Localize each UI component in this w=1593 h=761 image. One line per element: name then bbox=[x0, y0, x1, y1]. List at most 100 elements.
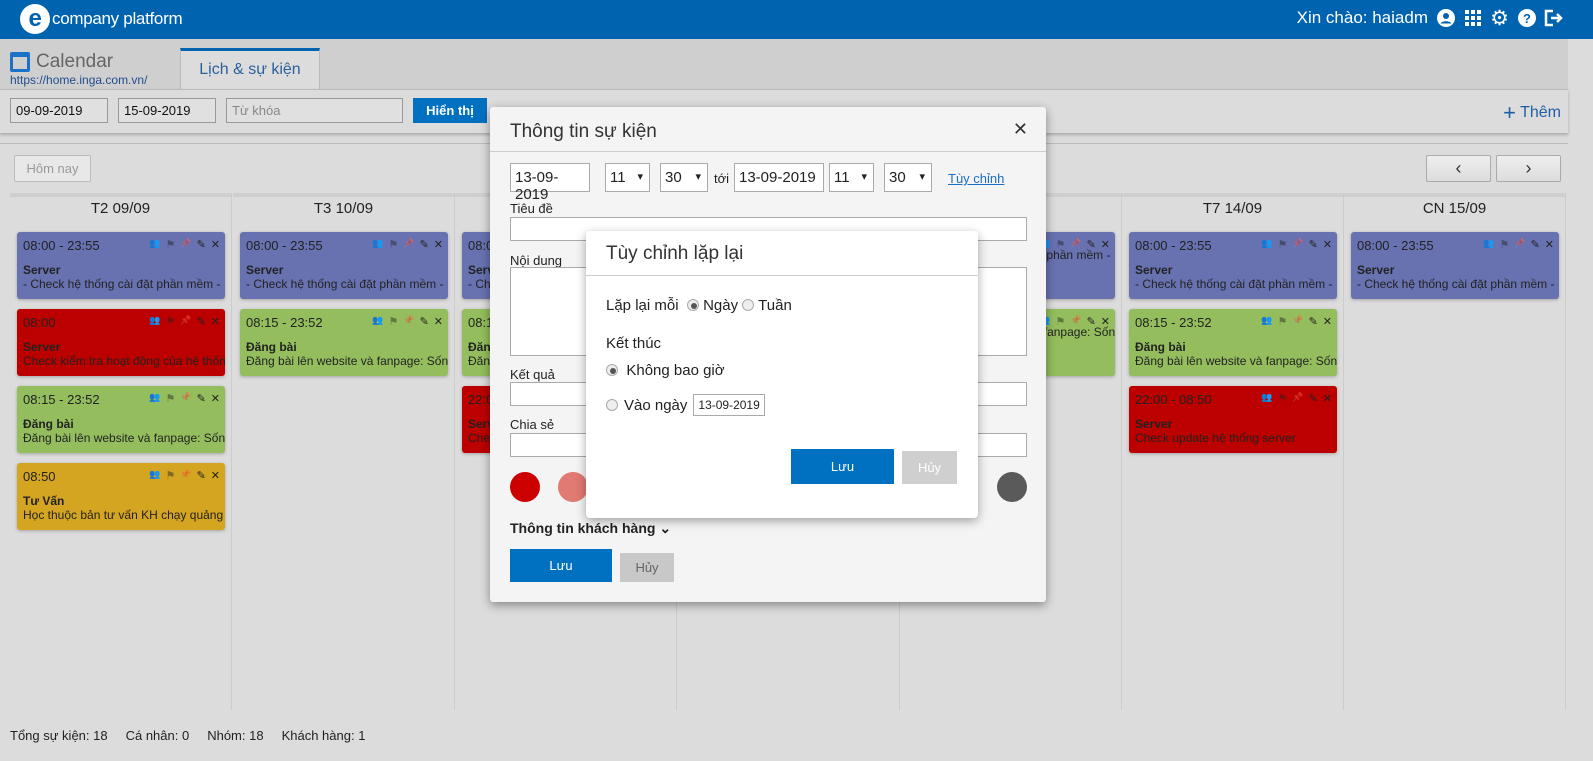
repeat-day-radio[interactable] bbox=[686, 299, 699, 311]
user-circle-icon[interactable] bbox=[1436, 9, 1455, 28]
repeat-save-button[interactable]: Lưu bbox=[791, 449, 894, 484]
delete-icon[interactable]: ✕ bbox=[211, 238, 220, 251]
group-icon[interactable]: 👥 bbox=[149, 238, 160, 251]
color-option-pink[interactable] bbox=[558, 472, 588, 502]
add-button[interactable]: + Thêm bbox=[1503, 100, 1561, 126]
prev-week-button[interactable]: ‹ bbox=[1426, 155, 1491, 182]
event-card[interactable]: 08:00 - 23:55 👥 ⚑ 📌 ✎ ✕ Server - Check hệ th… bbox=[17, 232, 225, 299]
flag-icon[interactable]: ⚑ bbox=[165, 238, 175, 251]
repeat-cancel-button[interactable]: Hủy bbox=[902, 451, 957, 484]
flag-icon[interactable]: ⚑ bbox=[165, 469, 175, 482]
pin-icon[interactable]: 📌 bbox=[180, 469, 191, 482]
pin-icon[interactable]: 📌 bbox=[180, 315, 191, 328]
color-option-red[interactable] bbox=[510, 472, 540, 502]
delete-icon[interactable]: ✕ bbox=[211, 469, 220, 482]
pin-icon[interactable]: 📌 bbox=[180, 392, 191, 405]
event-card[interactable]: 08:15 - 23:52 👥 ⚑ 📌 ✎ ✕ Đăng bài Đăng bài lê… bbox=[17, 386, 225, 453]
edit-icon[interactable]: ✎ bbox=[420, 315, 429, 328]
customer-info-toggle[interactable]: Thông tin khách hàng ⌄ bbox=[510, 520, 671, 537]
delete-icon[interactable]: ✕ bbox=[211, 392, 220, 405]
flag-icon[interactable]: ⚑ bbox=[1499, 238, 1509, 251]
pin-icon[interactable]: 📌 bbox=[1514, 238, 1525, 251]
cancel-button[interactable]: Hủy bbox=[620, 553, 674, 582]
help-icon[interactable]: ? bbox=[1517, 9, 1536, 28]
end-date-input[interactable]: 13-09-2019 bbox=[734, 163, 824, 192]
on-date-radio[interactable] bbox=[606, 399, 618, 411]
edit-icon[interactable]: ✎ bbox=[197, 392, 206, 405]
pin-icon[interactable]: 📌 bbox=[1292, 315, 1303, 328]
logo[interactable]: e company platform bbox=[20, 4, 183, 34]
edit-icon[interactable]: ✎ bbox=[197, 238, 206, 251]
flag-icon[interactable]: ⚑ bbox=[1277, 315, 1287, 328]
apps-grid-icon[interactable] bbox=[1463, 9, 1482, 28]
start-hour-select[interactable]: 11 bbox=[605, 163, 650, 192]
group-icon[interactable]: 👥 bbox=[149, 392, 160, 405]
app-url[interactable]: https://home.inga.com.vn/ bbox=[10, 73, 147, 87]
repeat-week-radio[interactable] bbox=[742, 299, 755, 311]
today-button[interactable]: Hôm nay bbox=[14, 155, 91, 182]
from-date-input[interactable]: 09-09-2019 bbox=[10, 98, 108, 123]
flag-icon[interactable]: ⚑ bbox=[388, 238, 398, 251]
flag-icon[interactable]: ⚑ bbox=[388, 315, 398, 328]
flag-icon[interactable]: ⚑ bbox=[1277, 238, 1287, 251]
edit-icon[interactable]: ✎ bbox=[1309, 238, 1318, 251]
edit-icon[interactable]: ✎ bbox=[197, 315, 206, 328]
keyword-input[interactable]: Từ khóa bbox=[226, 98, 403, 123]
edit-icon[interactable]: ✎ bbox=[1087, 238, 1096, 251]
gear-icon[interactable]: ⚙ bbox=[1490, 7, 1509, 30]
pin-icon[interactable]: 📌 bbox=[1070, 315, 1081, 328]
delete-icon[interactable]: ✕ bbox=[434, 238, 443, 251]
edit-icon[interactable]: ✎ bbox=[1531, 238, 1540, 251]
event-card[interactable]: 08:50 👥 ⚑ 📌 ✎ ✕ Tư Vấn Học thuộc bản tư vấn … bbox=[17, 463, 225, 530]
group-icon[interactable]: 👥 bbox=[149, 469, 160, 482]
logout-icon[interactable] bbox=[1544, 9, 1563, 28]
start-date-input[interactable]: 13-09-2019 bbox=[510, 163, 590, 203]
group-icon[interactable]: 👥 bbox=[149, 315, 160, 328]
event-card[interactable]: 08:00 - 23:55 👥 ⚑ 📌 ✎ ✕ Server - Check hệ th… bbox=[240, 232, 448, 299]
flag-icon[interactable]: ⚑ bbox=[165, 392, 175, 405]
edit-icon[interactable]: ✎ bbox=[197, 469, 206, 482]
pin-icon[interactable]: 📌 bbox=[1292, 238, 1303, 251]
event-card[interactable]: 08:00 - 23:55 👥 ⚑ 📌 ✎ ✕ Server - Check hệ th… bbox=[1351, 232, 1559, 299]
pin-icon[interactable]: 📌 bbox=[403, 238, 414, 251]
tab-calendar-events[interactable]: Lịch & sự kiện bbox=[180, 48, 320, 90]
delete-icon[interactable]: ✕ bbox=[1545, 238, 1554, 251]
delete-icon[interactable]: ✕ bbox=[1101, 315, 1110, 328]
delete-icon[interactable]: ✕ bbox=[1323, 238, 1332, 251]
event-card[interactable]: 08:15 - 23:52 👥 ⚑ 📌 ✎ ✕ Đăng bài Đăng bài lê… bbox=[1129, 309, 1337, 376]
event-card[interactable]: 08:15 - 23:52 👥 ⚑ 📌 ✎ ✕ Đăng bài Đăng bài lê… bbox=[240, 309, 448, 376]
delete-icon[interactable]: ✕ bbox=[211, 315, 220, 328]
edit-icon[interactable]: ✎ bbox=[1309, 315, 1318, 328]
group-icon[interactable]: 👥 bbox=[1483, 238, 1494, 251]
delete-icon[interactable]: ✕ bbox=[1323, 315, 1332, 328]
close-icon[interactable]: ✕ bbox=[1013, 119, 1028, 140]
pin-icon[interactable]: 📌 bbox=[180, 238, 191, 251]
event-card[interactable]: 08:00 👥 ⚑ 📌 ✎ ✕ Server Check kiểm tra hoạt đ… bbox=[17, 309, 225, 376]
next-week-button[interactable]: › bbox=[1496, 155, 1561, 182]
group-icon[interactable]: 👥 bbox=[1261, 315, 1272, 328]
group-icon[interactable]: 👥 bbox=[1261, 238, 1272, 251]
to-date-input[interactable]: 15-09-2019 bbox=[118, 98, 216, 123]
flag-icon[interactable]: ⚑ bbox=[165, 315, 175, 328]
pin-icon[interactable]: 📌 bbox=[403, 315, 414, 328]
start-minute-select[interactable]: 30 bbox=[660, 163, 708, 192]
never-radio[interactable] bbox=[606, 364, 618, 376]
pin-icon[interactable]: 📌 bbox=[1292, 392, 1303, 405]
group-icon[interactable]: 👥 bbox=[1261, 392, 1272, 405]
flag-icon[interactable]: ⚑ bbox=[1055, 238, 1065, 251]
end-minute-select[interactable]: 30 bbox=[884, 163, 932, 192]
delete-icon[interactable]: ✕ bbox=[1323, 392, 1332, 405]
pin-icon[interactable]: 📌 bbox=[1070, 238, 1081, 251]
flag-icon[interactable]: ⚑ bbox=[1277, 392, 1287, 405]
delete-icon[interactable]: ✕ bbox=[1101, 238, 1110, 251]
color-option-gray[interactable] bbox=[997, 472, 1027, 502]
end-never-option[interactable]: Không bao giờ bbox=[606, 362, 725, 379]
group-icon[interactable]: 👥 bbox=[372, 315, 383, 328]
edit-icon[interactable]: ✎ bbox=[1309, 392, 1318, 405]
group-icon[interactable]: 👥 bbox=[372, 238, 383, 251]
edit-icon[interactable]: ✎ bbox=[1087, 315, 1096, 328]
end-hour-select[interactable]: 11 bbox=[829, 163, 874, 192]
event-card[interactable]: 08:00 - 23:55 👥 ⚑ 📌 ✎ ✕ Server - Check hệ th… bbox=[1129, 232, 1337, 299]
edit-icon[interactable]: ✎ bbox=[420, 238, 429, 251]
flag-icon[interactable]: ⚑ bbox=[1055, 315, 1065, 328]
